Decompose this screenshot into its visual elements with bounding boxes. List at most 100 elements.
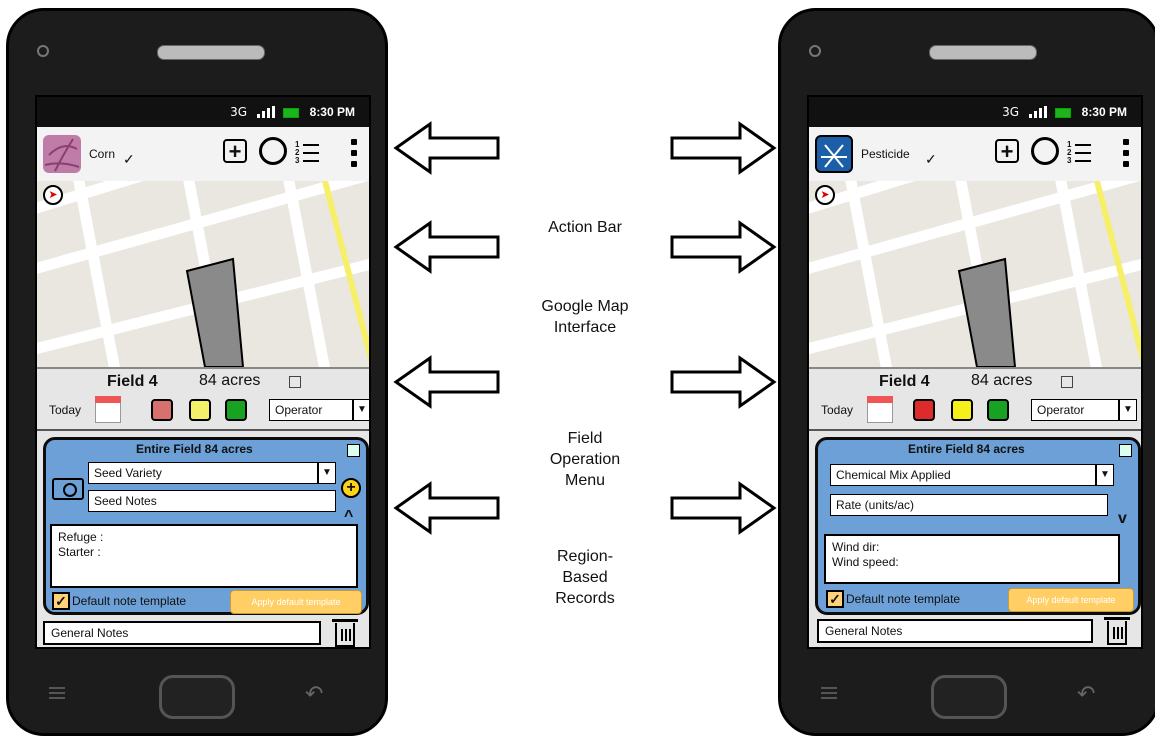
screen-left: 3G 8:30 PM Corn ✓ + 123 ➤ Field 4 84 acr… bbox=[35, 95, 371, 649]
region-records-line-2: Based bbox=[562, 569, 608, 586]
dropdown-arrow-icon: ▼ bbox=[317, 463, 335, 483]
overflow-menu-icon[interactable] bbox=[351, 139, 357, 169]
menu-key-icon[interactable] bbox=[49, 687, 65, 701]
chemical-mix-value: Chemical Mix Applied bbox=[836, 468, 951, 482]
operator-select-value: Operator bbox=[275, 403, 323, 417]
battery-icon bbox=[283, 108, 299, 118]
chevron-down-icon[interactable]: ✓ bbox=[925, 151, 937, 168]
google-map[interactable]: ➤ bbox=[809, 181, 1141, 367]
draw-region-icon[interactable] bbox=[259, 137, 287, 165]
duplicate-icon[interactable] bbox=[1119, 444, 1132, 457]
add-circle-icon[interactable]: + bbox=[341, 478, 361, 498]
rate-field[interactable]: Rate (units/ac) bbox=[830, 494, 1108, 516]
operator-select[interactable]: Operator ▼ bbox=[1031, 399, 1137, 421]
home-button[interactable] bbox=[159, 675, 235, 719]
crop-selector-label[interactable]: Corn bbox=[89, 147, 115, 161]
right-arrow-icon bbox=[670, 481, 777, 535]
region-title: Entire Field 84 acres bbox=[908, 442, 1025, 456]
expand-icon[interactable]: v bbox=[1118, 510, 1127, 528]
overflow-menu-icon[interactable] bbox=[1123, 139, 1129, 169]
field-operation-line-3: Menu bbox=[564, 472, 606, 489]
seed-variety-select[interactable]: Seed Variety ▼ bbox=[88, 462, 336, 484]
ordered-list-icon[interactable]: 123 bbox=[1065, 136, 1093, 166]
divider bbox=[37, 429, 369, 431]
action-bar-label: Action Bar bbox=[548, 219, 622, 236]
corn-app-icon[interactable] bbox=[43, 135, 81, 173]
left-arrow-icon bbox=[393, 481, 500, 535]
camera-icon[interactable] bbox=[52, 478, 84, 500]
region-notes-textarea[interactable]: Refuge : Starter : bbox=[50, 524, 358, 588]
add-button[interactable]: + bbox=[223, 139, 247, 163]
compass-icon[interactable]: ➤ bbox=[815, 185, 835, 205]
region-notes-textarea[interactable]: Wind dir: Wind speed: bbox=[824, 534, 1120, 584]
phone-left: 3G 8:30 PM Corn ✓ + 123 ➤ Field 4 84 acr… bbox=[6, 8, 388, 736]
status-green-button[interactable] bbox=[987, 399, 1009, 421]
right-arrow-icon bbox=[670, 220, 777, 274]
home-button[interactable] bbox=[931, 675, 1007, 719]
compass-icon[interactable]: ➤ bbox=[43, 185, 63, 205]
speaker-grille bbox=[157, 45, 265, 60]
field-operation-line-1: Field bbox=[567, 430, 603, 447]
phone-right: 3G 8:30 PM Pesticide ✓ + 123 ➤ Field 4 8… bbox=[778, 8, 1155, 736]
status-red-button[interactable] bbox=[913, 399, 935, 421]
operation-selector-label[interactable]: Pesticide bbox=[861, 147, 910, 161]
default-template-checkbox[interactable]: ✓ bbox=[52, 592, 70, 610]
region-title: Entire Field 84 acres bbox=[136, 442, 253, 456]
back-key-icon[interactable]: ↶ bbox=[305, 681, 323, 707]
field-boundary[interactable] bbox=[957, 257, 1017, 367]
general-notes-field[interactable]: General Notes bbox=[43, 621, 321, 645]
field-acres: 84 acres bbox=[971, 372, 1033, 389]
draw-region-icon[interactable] bbox=[1031, 137, 1059, 165]
trash-icon[interactable] bbox=[332, 619, 358, 647]
camera-lens-icon bbox=[37, 45, 49, 57]
operator-select[interactable]: Operator ▼ bbox=[269, 399, 369, 421]
menu-key-icon[interactable] bbox=[821, 687, 837, 701]
apply-default-template-button[interactable]: Apply default template bbox=[1008, 588, 1134, 612]
region-record-card: Entire Field 84 acres Seed Variety ▼ + S… bbox=[43, 437, 369, 615]
screen-right: 3G 8:30 PM Pesticide ✓ + 123 ➤ Field 4 8… bbox=[807, 95, 1143, 649]
ordered-list-icon[interactable]: 123 bbox=[293, 136, 321, 166]
edit-icon[interactable] bbox=[1061, 376, 1073, 388]
trash-icon[interactable] bbox=[1104, 617, 1130, 645]
status-yellow-button[interactable] bbox=[189, 399, 211, 421]
field-acres: 84 acres bbox=[199, 372, 261, 389]
operator-select-value: Operator bbox=[1037, 403, 1085, 417]
notes-line-1: Wind dir: bbox=[832, 540, 880, 554]
speaker-grille bbox=[929, 45, 1037, 60]
status-red-button[interactable] bbox=[151, 399, 173, 421]
region-record-card: Entire Field 84 acres Chemical Mix Appli… bbox=[815, 437, 1141, 615]
seed-variety-value: Seed Variety bbox=[94, 466, 162, 480]
map-streets bbox=[809, 181, 1141, 367]
back-key-icon[interactable]: ↶ bbox=[1077, 681, 1095, 707]
seed-notes-field[interactable]: Seed Notes bbox=[88, 490, 336, 512]
map-streets bbox=[37, 181, 369, 367]
today-label: Today bbox=[49, 403, 82, 417]
add-button[interactable]: + bbox=[995, 139, 1019, 163]
edit-icon[interactable] bbox=[289, 376, 301, 388]
field-operation-line-2: Operation bbox=[549, 451, 621, 468]
google-map[interactable]: ➤ bbox=[37, 181, 369, 367]
chevron-down-icon[interactable]: ✓ bbox=[123, 151, 135, 168]
field-name: Field 4 bbox=[879, 373, 930, 390]
field-operation-label: Field Operation Menu bbox=[505, 428, 665, 491]
region-records-line-3: Records bbox=[555, 590, 615, 607]
calendar-icon[interactable] bbox=[95, 396, 121, 423]
duplicate-icon[interactable] bbox=[347, 444, 360, 457]
sprayer-app-icon[interactable] bbox=[815, 135, 853, 173]
map-label-line-1: Google Map bbox=[541, 298, 629, 315]
calendar-icon[interactable] bbox=[867, 396, 893, 423]
status-yellow-button[interactable] bbox=[951, 399, 973, 421]
status-green-button[interactable] bbox=[225, 399, 247, 421]
signal-icon bbox=[257, 106, 275, 118]
notes-line-2: Wind speed: bbox=[832, 555, 899, 569]
field-boundary[interactable] bbox=[185, 257, 245, 367]
default-template-checkbox[interactable]: ✓ bbox=[826, 590, 844, 608]
battery-icon bbox=[1055, 108, 1071, 118]
general-notes-field[interactable]: General Notes bbox=[817, 619, 1093, 643]
left-arrow-icon bbox=[393, 220, 500, 274]
dropdown-arrow-icon: ▼ bbox=[352, 400, 369, 420]
apply-default-template-button[interactable]: Apply default template bbox=[230, 590, 362, 614]
today-label: Today bbox=[821, 403, 854, 417]
right-arrow-icon bbox=[670, 121, 777, 175]
chemical-mix-select[interactable]: Chemical Mix Applied ▼ bbox=[830, 464, 1114, 486]
